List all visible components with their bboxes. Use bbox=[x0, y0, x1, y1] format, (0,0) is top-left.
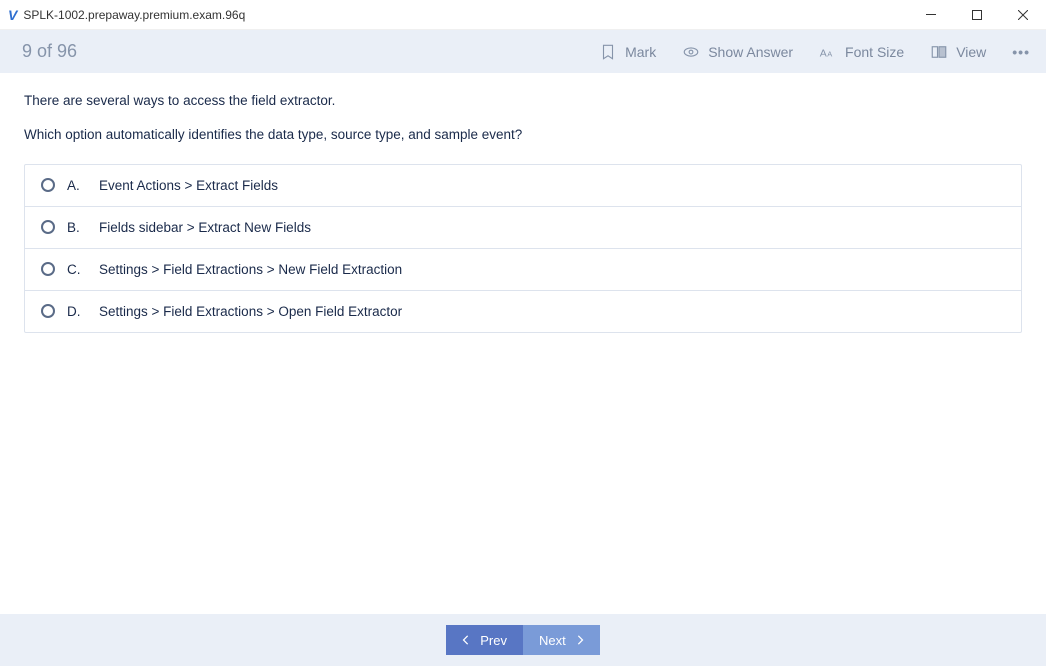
option-letter: D. bbox=[67, 304, 87, 319]
view-icon bbox=[930, 43, 948, 61]
toolbar: 9 of 96 Mark Show Answer AA Font Size Vi… bbox=[0, 30, 1046, 73]
minimize-button[interactable] bbox=[908, 0, 954, 30]
content: There are several ways to access the fie… bbox=[0, 73, 1046, 351]
next-button[interactable]: Next bbox=[523, 625, 600, 655]
close-button[interactable] bbox=[1000, 0, 1046, 30]
show-answer-button[interactable]: Show Answer bbox=[682, 43, 793, 61]
bookmark-icon bbox=[599, 43, 617, 61]
font-size-label: Font Size bbox=[845, 44, 904, 60]
next-label: Next bbox=[539, 633, 566, 648]
option-b[interactable]: B. Fields sidebar > Extract New Fields bbox=[25, 207, 1021, 249]
option-letter: B. bbox=[67, 220, 87, 235]
mark-label: Mark bbox=[625, 44, 656, 60]
radio-icon bbox=[41, 304, 55, 318]
app-icon: V bbox=[8, 7, 17, 23]
font-size-button[interactable]: AA Font Size bbox=[819, 43, 904, 61]
question-line-2: Which option automatically identifies th… bbox=[24, 125, 1022, 145]
radio-icon bbox=[41, 178, 55, 192]
bottom-bar: Prev Next bbox=[0, 614, 1046, 666]
option-d[interactable]: D. Settings > Field Extractions > Open F… bbox=[25, 291, 1021, 332]
font-size-icon: AA bbox=[819, 43, 837, 61]
maximize-button[interactable] bbox=[954, 0, 1000, 30]
chevron-right-icon bbox=[576, 635, 584, 645]
window-controls bbox=[908, 0, 1046, 30]
maximize-icon bbox=[972, 10, 982, 20]
minimize-icon bbox=[926, 14, 936, 15]
option-text: Settings > Field Extractions > New Field… bbox=[99, 262, 402, 277]
svg-text:A: A bbox=[820, 47, 827, 59]
question-counter: 9 of 96 bbox=[22, 41, 77, 62]
view-label: View bbox=[956, 44, 986, 60]
option-text: Settings > Field Extractions > Open Fiel… bbox=[99, 304, 402, 319]
more-button[interactable]: ••• bbox=[1012, 44, 1030, 60]
svg-text:A: A bbox=[827, 49, 832, 58]
option-a[interactable]: A. Event Actions > Extract Fields bbox=[25, 165, 1021, 207]
eye-icon bbox=[682, 43, 700, 61]
prev-label: Prev bbox=[480, 633, 507, 648]
show-answer-label: Show Answer bbox=[708, 44, 793, 60]
option-text: Fields sidebar > Extract New Fields bbox=[99, 220, 311, 235]
nav-buttons: Prev Next bbox=[446, 625, 599, 655]
option-letter: C. bbox=[67, 262, 87, 277]
title-left: V SPLK-1002.prepaway.premium.exam.96q bbox=[8, 7, 245, 23]
close-icon bbox=[1018, 10, 1028, 20]
option-text: Event Actions > Extract Fields bbox=[99, 178, 278, 193]
prev-button[interactable]: Prev bbox=[446, 625, 523, 655]
option-letter: A. bbox=[67, 178, 87, 193]
mark-button[interactable]: Mark bbox=[599, 43, 656, 61]
question-line-1: There are several ways to access the fie… bbox=[24, 91, 1022, 111]
chevron-left-icon bbox=[462, 635, 470, 645]
options-list: A. Event Actions > Extract Fields B. Fie… bbox=[24, 164, 1022, 333]
option-c[interactable]: C. Settings > Field Extractions > New Fi… bbox=[25, 249, 1021, 291]
radio-icon bbox=[41, 262, 55, 276]
window-title: SPLK-1002.prepaway.premium.exam.96q bbox=[23, 8, 245, 22]
more-icon: ••• bbox=[1012, 44, 1030, 60]
view-button[interactable]: View bbox=[930, 43, 986, 61]
title-bar: V SPLK-1002.prepaway.premium.exam.96q bbox=[0, 0, 1046, 30]
radio-icon bbox=[41, 220, 55, 234]
toolbar-actions: Mark Show Answer AA Font Size View ••• bbox=[599, 43, 1030, 61]
